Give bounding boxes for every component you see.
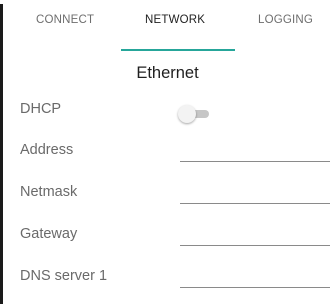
dhcp-toggle[interactable] (178, 104, 212, 124)
gateway-field[interactable] (180, 223, 330, 246)
tab-connect[interactable]: CONNECT (36, 14, 94, 26)
dns-server-1-field[interactable] (180, 265, 330, 288)
netmask-label: Netmask (20, 184, 78, 200)
section-title: Ethernet (136, 64, 199, 82)
tab-network[interactable]: NETWORK (145, 14, 205, 26)
gateway-label: Gateway (20, 226, 78, 242)
address-field[interactable] (180, 139, 330, 162)
netmask-field[interactable] (180, 181, 330, 204)
address-label: Address (20, 142, 74, 158)
toggle-thumb (178, 105, 196, 123)
dns-server-1-label: DNS server 1 (20, 268, 108, 284)
tab-bar: CONNECT NETWORK LOGGING (3, 4, 335, 51)
active-tab-indicator (121, 49, 235, 51)
dhcp-label: DHCP (20, 101, 62, 117)
tab-logging[interactable]: LOGGING (258, 14, 313, 26)
